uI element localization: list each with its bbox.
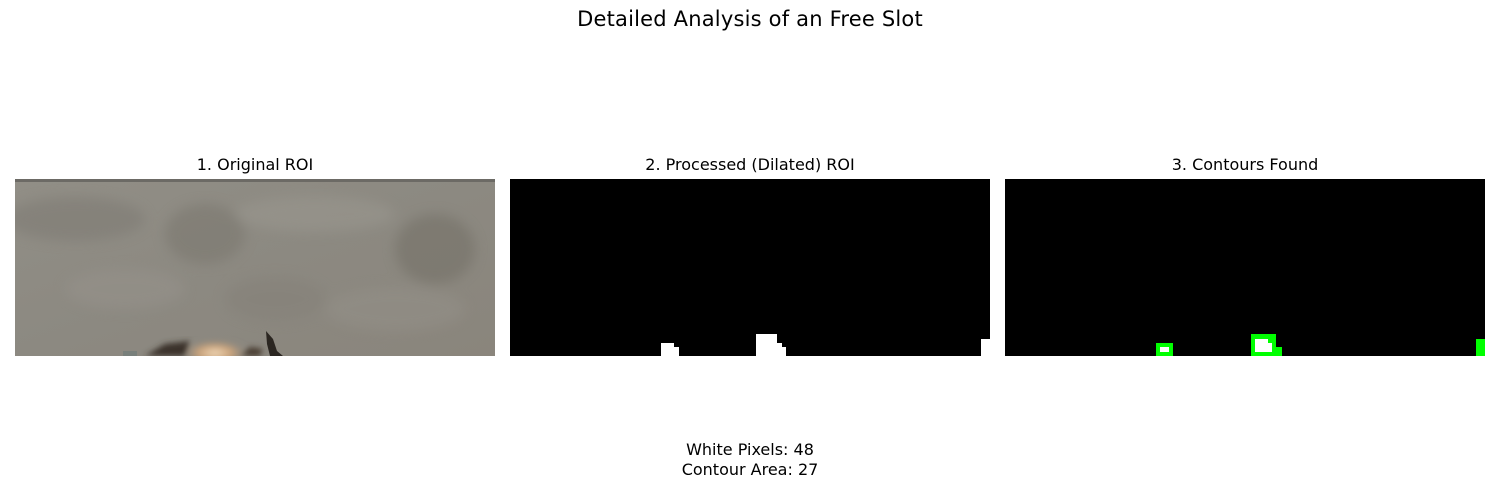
contours-image [1005,179,1485,356]
panel-contours-found: 3. Contours Found [1005,153,1485,356]
white-pixels-stat: White Pixels: 48 [686,440,814,459]
panel-title-original: 1. Original ROI [196,155,314,174]
contour-area-stat: Contour Area: 27 [681,460,819,479]
stats-caption: White Pixels: 48 Contour Area: 27 [0,440,1500,480]
panel-original-roi: 1. Original ROI [15,153,495,356]
figure-title: Detailed Analysis of an Free Slot [577,7,923,31]
panel-processed-roi: 2. Processed (Dilated) ROI [510,153,990,356]
panel-title-contours: 3. Contours Found [1171,155,1319,174]
original-roi-image [15,179,495,356]
processed-roi-mask [510,179,990,356]
panel-title-processed: 2. Processed (Dilated) ROI [645,155,855,174]
